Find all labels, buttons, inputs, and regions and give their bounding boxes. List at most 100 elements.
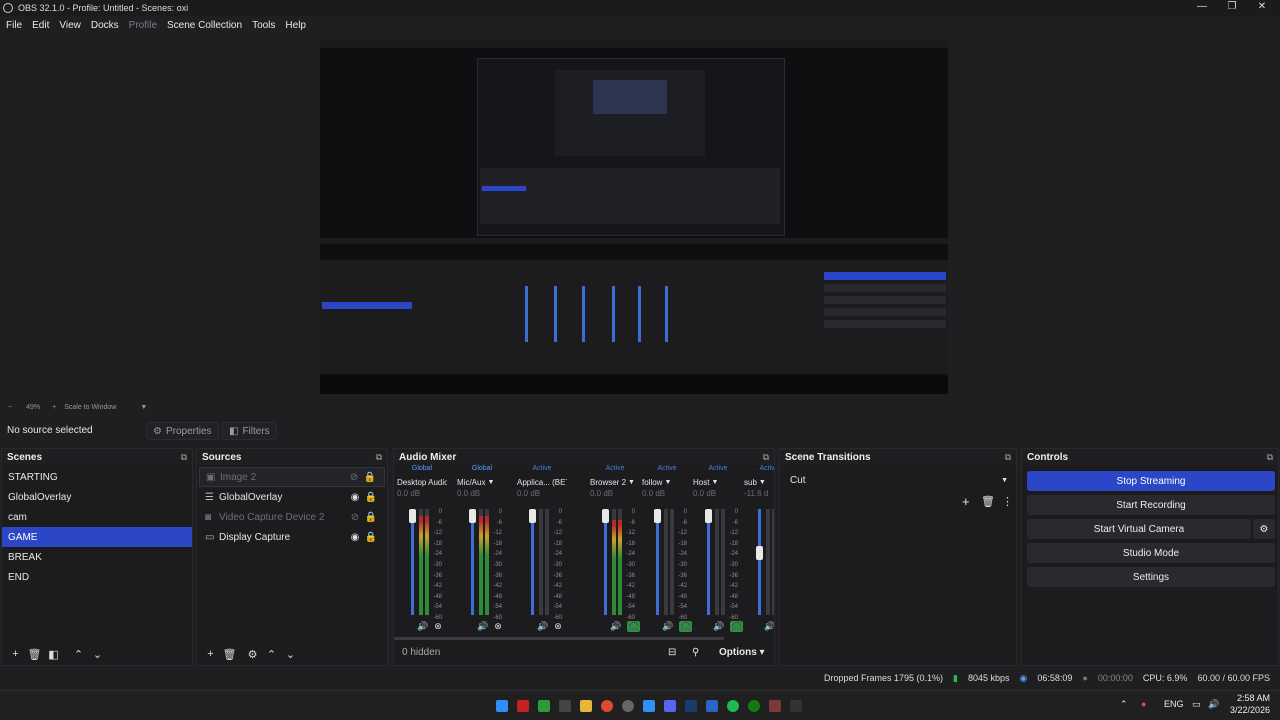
app-icon[interactable]	[643, 700, 655, 712]
speaker-muted-icon[interactable]: 🔊	[764, 621, 774, 632]
app-icon[interactable]	[559, 700, 571, 712]
move-down-icon[interactable]: ⌄	[281, 648, 300, 661]
chevron-down-icon[interactable]: ▼	[140, 404, 147, 411]
more-icon[interactable]: ⋮	[1002, 495, 1013, 508]
layout-icon[interactable]: ⊟	[668, 647, 676, 658]
headphones-icon[interactable]: 🎧	[679, 621, 693, 632]
chrome-icon[interactable]	[601, 700, 613, 712]
source-item-display-capture[interactable]: ▭ Display Capture ◉ 🔒	[199, 527, 385, 547]
menu-docks[interactable]: Docks	[91, 20, 119, 31]
volume-fader[interactable]	[471, 509, 474, 615]
float-dock-icon[interactable]: ⧉	[1267, 452, 1273, 463]
scene-item-game[interactable]: GAME	[2, 527, 192, 547]
eye-icon[interactable]: ◉	[347, 492, 363, 503]
fader-knob[interactable]	[705, 509, 712, 523]
virtual-camera-settings-button[interactable]: ⚙	[1253, 519, 1275, 539]
eye-hidden-icon[interactable]: ⊘	[346, 472, 362, 483]
volume-icon[interactable]: 🔊	[1208, 699, 1219, 710]
lock-icon[interactable]: 🔒	[363, 512, 379, 523]
speaker-muted-icon[interactable]: 🔊	[537, 621, 548, 632]
volume-fader[interactable]	[604, 509, 607, 615]
network-icon[interactable]: ▭	[1192, 699, 1201, 710]
scene-item-globaloverlay[interactable]: GlobalOverlay	[2, 487, 192, 507]
start-recording-button[interactable]: Start Recording	[1027, 495, 1275, 515]
source-item-image[interactable]: ▣ Image 2 ⊘ 🔒	[199, 467, 385, 487]
lock-icon[interactable]: 🔒	[363, 532, 379, 543]
float-dock-icon[interactable]: ⧉	[763, 452, 769, 463]
monitor-off-icon[interactable]: ⊗	[494, 621, 502, 632]
float-dock-icon[interactable]: ⧉	[1005, 452, 1011, 463]
spotify-icon[interactable]	[727, 700, 739, 712]
scene-item-end[interactable]: END	[2, 567, 192, 587]
language-indicator[interactable]: ENG	[1164, 699, 1184, 709]
fader-knob[interactable]	[602, 509, 609, 523]
preview-canvas[interactable]	[320, 40, 948, 394]
menu-file[interactable]: File	[6, 20, 22, 31]
volume-fader[interactable]	[656, 509, 659, 615]
app-icon[interactable]	[517, 700, 529, 712]
menu-edit[interactable]: Edit	[32, 20, 49, 31]
speaker-muted-icon[interactable]: 🔊	[662, 621, 673, 632]
scene-item-cam[interactable]: cam	[2, 507, 192, 527]
monitor-off-icon[interactable]: ⊗	[554, 621, 562, 632]
trash-icon[interactable]: 🗑	[25, 648, 44, 661]
trash-icon[interactable]: 🗑	[220, 648, 239, 661]
clock-date[interactable]: 3/22/2026	[1220, 705, 1270, 715]
fader-knob[interactable]	[469, 509, 476, 523]
scene-item-starting[interactable]: STARTING	[2, 467, 192, 487]
fader-knob[interactable]	[756, 546, 763, 560]
app-icon[interactable]	[769, 700, 781, 712]
channel-name[interactable]: Host ▼	[693, 475, 743, 489]
chevron-up-icon[interactable]: ⌃	[1120, 699, 1128, 710]
monitor-off-icon[interactable]: ⊗	[434, 621, 442, 632]
float-dock-icon[interactable]: ⧉	[376, 452, 382, 463]
menu-tools[interactable]: Tools	[252, 20, 275, 31]
volume-fader[interactable]	[707, 509, 710, 615]
zoom-mode[interactable]: Scale to Window	[64, 404, 116, 411]
source-item-globaloverlay[interactable]: ☰ GlobalOverlay ◉ 🔒	[199, 487, 385, 507]
filters-button[interactable]: ◧ Filters	[222, 422, 277, 440]
eye-hidden-icon[interactable]: ⊘	[347, 512, 363, 523]
preview-area[interactable]	[0, 34, 1280, 400]
app-icon[interactable]	[790, 700, 802, 712]
obs-icon[interactable]	[622, 700, 634, 712]
studio-mode-button[interactable]: Studio Mode	[1027, 543, 1275, 563]
microphone-icon[interactable]: ●	[1141, 699, 1146, 709]
channel-name[interactable]: Desktop Audio▼	[397, 475, 447, 489]
headphones-icon[interactable]: 🎧	[627, 621, 641, 632]
headphones-icon[interactable]: 🎧	[730, 621, 744, 632]
channel-name[interactable]: sub ▼	[744, 475, 774, 489]
discord-icon[interactable]	[664, 700, 676, 712]
filter-icon[interactable]: ◧	[44, 648, 63, 661]
vscode-icon[interactable]	[706, 700, 718, 712]
zoom-in-button[interactable]: +	[52, 404, 56, 411]
source-item-video-capture[interactable]: ◙ Video Capture Device 2 ⊘ 🔒	[199, 507, 385, 527]
scene-item-break[interactable]: BREAK	[2, 547, 192, 567]
move-down-icon[interactable]: ⌄	[88, 648, 107, 661]
trash-icon[interactable]: 🗑	[981, 495, 995, 508]
speaker-icon[interactable]: 🔊	[477, 621, 488, 632]
volume-fader[interactable]	[411, 509, 414, 615]
app-icon[interactable]	[538, 700, 550, 712]
volume-fader[interactable]	[758, 509, 761, 615]
float-dock-icon[interactable]: ⧉	[181, 452, 187, 463]
properties-button[interactable]: ⚙ Properties	[146, 422, 219, 440]
gear-icon[interactable]: ⚙	[243, 648, 262, 661]
fader-knob[interactable]	[409, 509, 416, 523]
transition-select[interactable]: Cut ▼	[785, 471, 1013, 489]
fader-knob[interactable]	[654, 509, 661, 523]
stop-streaming-button[interactable]: Stop Streaming	[1027, 471, 1275, 491]
eye-icon[interactable]: ◉	[347, 532, 363, 543]
lock-icon[interactable]: 🔒	[362, 472, 378, 483]
speaker-icon[interactable]: 🔊	[417, 621, 428, 632]
lock-icon[interactable]: 🔒	[363, 492, 379, 503]
speaker-icon[interactable]: 🔊	[610, 621, 621, 632]
menu-help[interactable]: Help	[285, 20, 306, 31]
link-icon[interactable]: ⚲	[692, 647, 699, 658]
menu-scene-collection[interactable]: Scene Collection	[167, 20, 242, 31]
channel-name[interactable]: follow ▼	[642, 475, 692, 489]
xbox-icon[interactable]	[748, 700, 760, 712]
close-button[interactable]: ✕	[1244, 0, 1280, 16]
add-transition-icon[interactable]: +	[962, 494, 970, 509]
clock-time[interactable]: 2:58 AM	[1230, 693, 1270, 703]
